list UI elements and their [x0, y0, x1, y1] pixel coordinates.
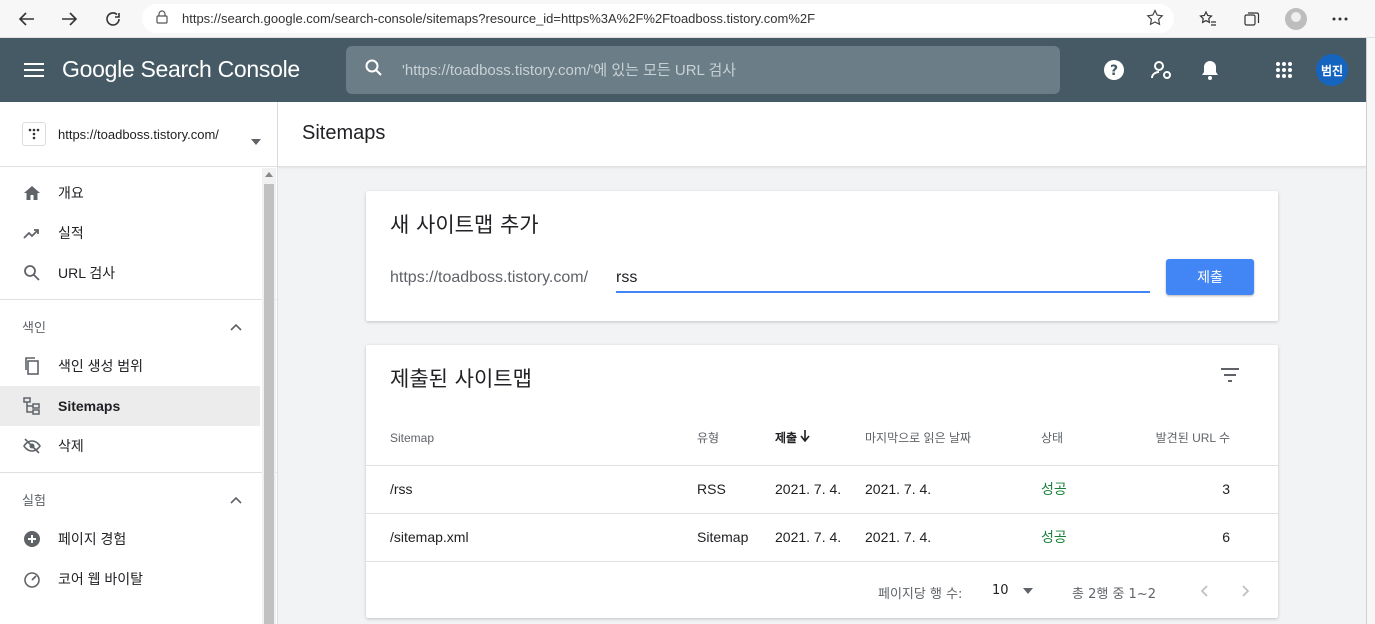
search-icon: [364, 58, 384, 82]
cell-submitted: 2021. 7. 4.: [775, 513, 865, 562]
plus-circle-icon: [22, 529, 42, 549]
menu-icon[interactable]: [18, 58, 50, 82]
sidebar-item-coverage[interactable]: 색인 생성 범위: [0, 346, 260, 386]
notifications-icon[interactable]: [1194, 54, 1226, 86]
sidebar-item-core-web-vitals[interactable]: 코어 웹 바이탈: [0, 559, 260, 599]
property-selector[interactable]: https://toadboss.tistory.com/: [0, 102, 277, 167]
column-submitted[interactable]: 제출: [775, 411, 865, 466]
arrow-down-icon: [800, 430, 811, 445]
url-inspect-search[interactable]: [346, 46, 1060, 94]
rows-per-page-select[interactable]: 10: [992, 583, 1033, 598]
sidebar-scrollbar[interactable]: [262, 168, 276, 624]
add-sitemap-card: 새 사이트맵 추가 https://toadboss.tistory.com/ …: [366, 191, 1278, 321]
address-bar[interactable]: https://search.google.com/search-console…: [142, 4, 1174, 33]
speedometer-icon: [22, 569, 42, 589]
pagination-range: 총 2행 중 1~2: [1072, 587, 1156, 602]
submitted-sitemaps-title: 제출된 사이트맵: [390, 367, 532, 391]
cell-sitemap: /sitemap.xml: [366, 513, 697, 562]
back-icon[interactable]: [12, 4, 42, 34]
cell-last-read: 2021. 7. 4.: [865, 513, 1041, 562]
rows-per-page-label: 페이지당 행 수:: [878, 587, 963, 602]
more-icon[interactable]: [1325, 4, 1355, 34]
cell-discovered: 6: [1147, 513, 1278, 562]
table-row[interactable]: /sitemap.xml Sitemap 2021. 7. 4. 2021. 7…: [366, 513, 1278, 562]
profile-icon[interactable]: [1281, 4, 1311, 34]
add-sitemap-title: 새 사이트맵 추가: [390, 213, 539, 237]
search-icon: [22, 263, 42, 283]
help-icon[interactable]: ?: [1098, 54, 1130, 86]
cell-type: Sitemap: [697, 513, 775, 562]
forward-icon[interactable]: [54, 4, 84, 34]
sidebar-item-url-inspection[interactable]: URL 검사: [0, 253, 260, 293]
cell-submitted: 2021. 7. 4.: [775, 465, 865, 514]
column-type[interactable]: 유형: [697, 411, 775, 466]
filter-icon[interactable]: [1218, 363, 1242, 387]
submitted-sitemaps-card: 제출된 사이트맵 Sitemap 유형 제출 마지막으로 읽은 날짜 상태 발견…: [366, 345, 1278, 618]
eye-off-icon: [22, 436, 42, 456]
home-icon: [22, 183, 42, 203]
table-row[interactable]: /rss RSS 2021. 7. 4. 2021. 7. 4. 성공 3: [366, 465, 1278, 514]
svg-text:?: ?: [1110, 63, 1118, 79]
collections-icon[interactable]: [1237, 4, 1267, 34]
trending-up-icon: [22, 223, 42, 243]
cell-type: RSS: [697, 465, 775, 514]
apps-grid-icon[interactable]: [1268, 54, 1300, 86]
table-pagination: 페이지당 행 수: 10 총 2행 중 1~2: [366, 571, 1278, 611]
chevron-up-icon: [230, 493, 242, 508]
favorites-icon[interactable]: [1193, 4, 1223, 34]
chevron-up-icon: [230, 320, 242, 335]
sidebar-item-sitemaps[interactable]: Sitemaps: [0, 386, 260, 426]
sitemap-url-prefix: https://toadboss.tistory.com/: [390, 269, 589, 286]
sidebar-item-page-experience[interactable]: 페이지 경험: [0, 519, 260, 559]
section-index-header[interactable]: 색인: [0, 306, 260, 346]
sidebar-item-removals[interactable]: 삭제: [0, 426, 260, 466]
column-sitemap[interactable]: Sitemap: [366, 411, 697, 466]
cell-status: 성공: [1041, 513, 1147, 562]
submit-button[interactable]: 제출: [1166, 259, 1254, 295]
user-settings-icon[interactable]: [1146, 54, 1178, 86]
column-status[interactable]: 상태: [1041, 411, 1147, 466]
sitemap-icon: [22, 396, 42, 416]
column-discovered-urls[interactable]: 발견된 URL 수: [1147, 411, 1278, 466]
cell-discovered: 3: [1147, 465, 1278, 514]
favorite-add-icon[interactable]: [1146, 9, 1164, 30]
section-experience-header[interactable]: 실험: [0, 479, 260, 519]
app-title[interactable]: Google Search Console: [62, 56, 300, 83]
property-url: https://toadboss.tistory.com/: [58, 126, 219, 142]
caret-down-icon: [1022, 583, 1033, 598]
sidebar: https://toadboss.tistory.com/ 개요 실적 URL …: [0, 102, 278, 624]
column-last-read[interactable]: 마지막으로 읽은 날짜: [865, 411, 1041, 466]
url-inspect-input[interactable]: [402, 61, 1022, 79]
cell-last-read: 2021. 7. 4.: [865, 465, 1041, 514]
sitemaps-table: Sitemap 유형 제출 마지막으로 읽은 날짜 상태 발견된 URL 수 /…: [366, 411, 1278, 562]
property-favicon-icon: [22, 122, 46, 146]
cell-status: 성공: [1041, 465, 1147, 514]
url-text: https://search.google.com/search-console…: [182, 11, 816, 26]
window-edge: [1366, 38, 1375, 624]
chevron-right-icon[interactable]: [1234, 579, 1258, 603]
copy-icon: [22, 356, 42, 376]
caret-down-icon: [251, 130, 261, 149]
sidebar-item-overview[interactable]: 개요: [0, 173, 260, 213]
table-header-row: Sitemap 유형 제출 마지막으로 읽은 날짜 상태 발견된 URL 수: [366, 411, 1278, 466]
lock-icon: [156, 10, 168, 27]
reload-icon[interactable]: [98, 4, 128, 34]
page-title: Sitemaps: [302, 122, 386, 144]
cell-sitemap: /rss: [366, 465, 697, 514]
page-header: Sitemaps: [278, 102, 1366, 167]
app-header: Google Search Console ? 범진: [0, 38, 1366, 102]
browser-toolbar: https://search.google.com/search-console…: [0, 0, 1375, 38]
chevron-left-icon[interactable]: [1192, 579, 1216, 603]
user-avatar[interactable]: 범진: [1316, 54, 1348, 86]
sitemap-url-input[interactable]: [616, 265, 1150, 293]
sidebar-item-performance[interactable]: 실적: [0, 213, 260, 253]
